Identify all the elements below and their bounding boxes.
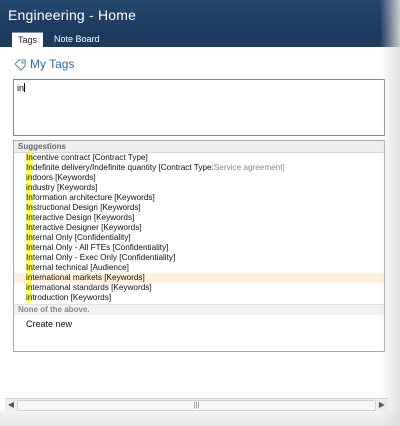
match-highlight: In [26, 243, 33, 252]
suggestion-text: definite delivery/Indefinite quantity [C… [32, 163, 214, 172]
empty-area [13, 352, 385, 392]
suggestion-note: Service agreement] [213, 163, 285, 172]
tag-input-value: in [17, 83, 25, 93]
suggestion-item[interactable]: introduction [Keywords] [14, 293, 384, 303]
suggestion-item[interactable]: international standards [Keywords] [14, 283, 384, 293]
suggestion-text: doors [Keywords] [32, 173, 96, 182]
none-of-the-above: None of the above. [14, 304, 384, 315]
suggestion-item[interactable]: Incentive contract [Contract Type] [14, 153, 384, 163]
suggestion-item[interactable]: Indefinite delivery/Indefinite quantity … [14, 163, 384, 173]
tag-icon [14, 58, 26, 71]
suggestion-text: teractive Design [Keywords] [32, 213, 135, 222]
match-highlight: In [26, 223, 33, 232]
tab-tags-label: Tags [18, 35, 38, 45]
tab-tags[interactable]: Tags [12, 32, 44, 48]
scroll-grip-icon: ||| [193, 402, 200, 409]
my-tags-heading: My Tags [14, 56, 74, 72]
suggestion-item[interactable]: industry [Keywords] [14, 183, 384, 193]
suggestion-text: ternal Only - All FTEs [Confidentiality] [32, 243, 169, 252]
match-highlight: In [26, 253, 33, 262]
match-highlight: In [26, 163, 33, 172]
tab-strip: Tags Note Board [0, 32, 400, 48]
suggestion-text: teractive Designer [Keywords] [32, 223, 142, 232]
suggestion-item[interactable]: Internal Only - All FTEs [Confidentialit… [14, 243, 384, 253]
suggestion-text: ternal Only [Confidentiality] [32, 233, 131, 242]
match-highlight: In [26, 153, 33, 162]
suggestion-text: centive contract [Contract Type] [32, 153, 148, 162]
suggestion-item[interactable]: indoors [Keywords] [14, 173, 384, 183]
scroll-left-icon[interactable]: ◀ [5, 399, 17, 411]
suggestion-text: troduction [Keywords] [32, 293, 112, 302]
tab-note-board[interactable]: Note Board [48, 32, 106, 47]
scroll-right-icon[interactable]: ▶ [376, 399, 388, 411]
suggestion-item[interactable]: Interactive Design [Keywords] [14, 213, 384, 223]
text-cursor [24, 83, 26, 92]
suggestion-text: structional Design [Keywords] [32, 203, 141, 212]
suggestion-item[interactable]: Internal technical [Audience] [14, 263, 384, 273]
suggestion-item[interactable]: Internal Only - Exec Only [Confidentiali… [14, 253, 384, 263]
title-bar: Engineering - Home [0, 0, 400, 32]
match-highlight: In [26, 263, 33, 272]
suggestions-header: Suggestions [14, 141, 384, 153]
suggestion-item[interactable]: Interactive Designer [Keywords] [14, 223, 384, 233]
suggestions-dropdown: Suggestions Incentive contract [Contract… [13, 140, 385, 352]
scroll-thumb[interactable]: ||| [17, 400, 376, 411]
suggestion-item[interactable]: Instructional Design [Keywords] [14, 203, 384, 213]
match-highlight: In [26, 203, 33, 212]
create-new-button[interactable]: Create new [14, 318, 384, 330]
horizontal-scrollbar[interactable]: ◀ ||| ▶ [5, 398, 388, 412]
tab-note-board-label: Note Board [54, 34, 100, 44]
suggestion-item[interactable]: Internal Only [Confidentiality] [14, 233, 384, 243]
suggestion-item[interactable]: Information architecture [Keywords] [14, 193, 384, 203]
suggestion-text: ternational markets [Keywords] [32, 273, 145, 282]
match-highlight: In [26, 213, 33, 222]
match-highlight: In [26, 193, 33, 202]
my-tags-label: My Tags [30, 57, 75, 71]
window-title: Engineering - Home [8, 7, 137, 23]
suggestion-text: formation architecture [Keywords] [32, 193, 155, 202]
match-highlight: In [26, 233, 33, 242]
suggestion-text: ternal technical [Audience] [32, 263, 129, 272]
suggestion-text: ternal Only - Exec Only [Confidentiality… [32, 253, 176, 262]
tag-input[interactable]: in [13, 79, 385, 136]
suggestion-text: dustry [Keywords] [32, 183, 98, 192]
suggestion-text: ternational standards [Keywords] [32, 283, 152, 292]
bottom-bar [0, 411, 400, 426]
sharepoint-tags-dialog: Engineering - Home Tags Note Board My Ta… [0, 0, 400, 426]
suggestions-list: Incentive contract [Contract Type] Indefi… [14, 153, 384, 303]
suggestion-item[interactable]: international markets [Keywords] [14, 273, 384, 283]
